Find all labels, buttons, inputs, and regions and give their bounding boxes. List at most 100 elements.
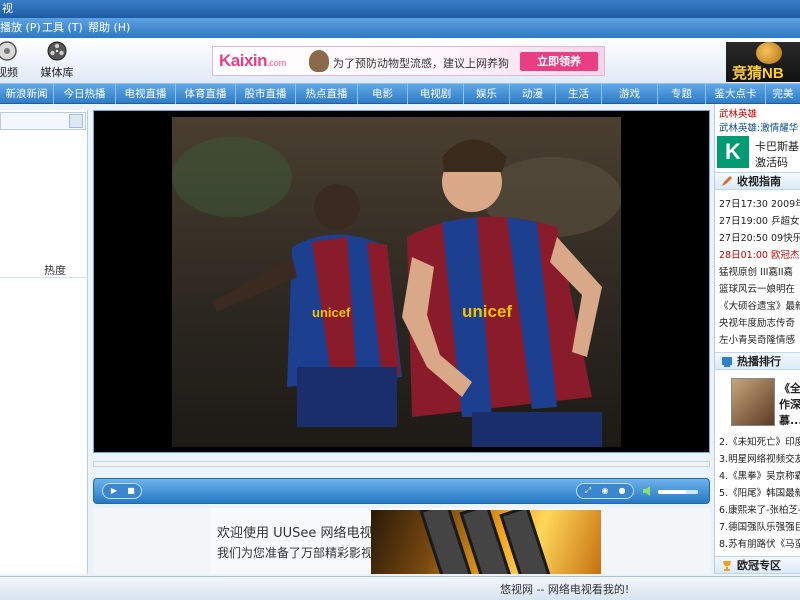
view-group: ⤢ ◉ ●	[576, 483, 634, 499]
playback-group: ▶ ■	[102, 483, 142, 499]
kaspersky-logo: K	[717, 136, 749, 168]
hot-rank-item[interactable]: 4.《黑拳》吴京称霸拳	[719, 468, 800, 482]
pencil-icon	[722, 176, 732, 186]
nba-quiz-ad[interactable]: 竞猜NB	[726, 42, 800, 82]
video-tool-button[interactable]: 视频	[0, 40, 30, 82]
nav-sina-news[interactable]: 新浪新闻	[0, 84, 54, 104]
seek-bar[interactable]	[93, 461, 710, 467]
kaspersky-ad[interactable]: K 卡巴斯基 激活码	[715, 134, 800, 170]
nav-anime[interactable]: 动漫	[510, 84, 556, 104]
guide-item[interactable]: 左小青吴奇隆情感	[719, 332, 795, 346]
trophy-icon	[723, 561, 731, 571]
film-reel-icon	[47, 41, 67, 61]
speaker-icon[interactable]	[642, 485, 654, 497]
kaspersky-line-1: 卡巴斯基	[755, 140, 799, 153]
hot-rank-item[interactable]: 3.明星网络视频交友	[719, 451, 800, 465]
nav-topics[interactable]: 专题	[658, 84, 706, 104]
hot-featured-line-3[interactable]: 慕...	[779, 412, 800, 428]
nav-stock-live[interactable]: 股市直播	[236, 84, 296, 104]
guide-item[interactable]: 27日20:50 09快乐	[719, 230, 800, 244]
guide-item[interactable]: 27日17:30 2009年	[719, 196, 800, 210]
soccer-players-illustration: unicef unicef	[172, 117, 621, 447]
guide-item[interactable]: 27日19:00 乒超女	[719, 213, 800, 227]
category-nav: 新浪新闻 今日热播 电视直播 体育直播 股市直播 热点直播 电影 电视剧 娱乐 …	[0, 84, 800, 104]
kaspersky-line-2: 激活码	[755, 156, 788, 169]
basketball-icon	[756, 42, 782, 64]
video-player[interactable]: unicef unicef	[93, 110, 710, 453]
nav-tv-series[interactable]: 电视剧	[408, 84, 464, 104]
nav-movies[interactable]: 电影	[358, 84, 408, 104]
guide-item[interactable]: 篮球风云一娘明在	[719, 281, 795, 295]
nav-life[interactable]: 生活	[556, 84, 602, 104]
media-library-button[interactable]: 媒体库	[34, 40, 80, 82]
nav-tv-live[interactable]: 电视直播	[116, 84, 176, 104]
info-sidebar: 武林英雄 武林英雄:激情耀华 K 卡巴斯基 激活码 收视指南 27日17:30 …	[714, 104, 800, 574]
hot-ranking-header: 热播排行	[715, 352, 800, 370]
nav-perfect[interactable]: 完美	[766, 84, 800, 104]
nav-today-hot[interactable]: 今日热播	[54, 84, 116, 104]
hot-rank-item[interactable]: 2.《未知死亡》印度最	[719, 434, 800, 448]
film-strip-image	[371, 510, 601, 574]
svg-text:unicef: unicef	[312, 305, 351, 320]
adopt-now-button[interactable]: 立即领养	[520, 52, 598, 71]
hot-rank-item[interactable]: 6.康熙来了-张柏芝-	[719, 502, 800, 516]
nav-game-cards[interactable]: 鉴大点卡	[706, 84, 766, 104]
video-tool-label: 视频	[0, 66, 18, 79]
hot-rank-item[interactable]: 7.德国强队乐强强巨	[719, 519, 800, 533]
promo-line-1: 欢迎使用 UUSee 网络电视	[217, 526, 373, 541]
hot-rank-item[interactable]: 8.苏有朋路伏《马蛮》	[719, 536, 800, 550]
hot-ranking-title: 热播排行	[737, 355, 781, 368]
banner-ad[interactable]: Kaixin.com 为了预防动物型流感，建议上网养狗 立即领养	[212, 46, 605, 76]
player-controls: ▶ ■ ⤢ ◉ ●	[93, 478, 710, 504]
status-text: 悠视网 -- 网络电视看我的!	[500, 583, 630, 596]
volume-slider[interactable]	[658, 490, 698, 494]
menu-item-play[interactable]: 播放 (P)	[0, 18, 41, 38]
dog-image	[309, 50, 329, 72]
banner-slogan: 为了预防动物型流感，建议上网养狗	[333, 57, 509, 70]
channel-search-box[interactable]	[0, 112, 86, 130]
hot-rank-item[interactable]: 5.《阳尾》韩国最新动	[719, 485, 800, 499]
nav-hot-live[interactable]: 热点直播	[296, 84, 358, 104]
kaixin-logo-text: Kaixin	[219, 51, 268, 70]
promo-link-1[interactable]: 武林英雄	[719, 106, 757, 120]
video-frame-image: unicef unicef	[172, 117, 621, 447]
channel-list-header: 热度	[0, 260, 88, 278]
nba-quiz-text: 竞猜NB	[732, 65, 784, 82]
hot-item-thumbnail[interactable]	[731, 378, 775, 426]
promo-line-2: 我们为您准备了万部精彩影视	[217, 546, 374, 560]
popularity-column-header[interactable]: 热度	[44, 262, 66, 278]
svg-text:unicef: unicef	[462, 302, 512, 321]
guide-item[interactable]: 28日01:00 欧冠杰	[719, 247, 800, 261]
fullscreen-button[interactable]: ⤢	[581, 485, 595, 497]
volume-fill	[658, 490, 686, 494]
menu-item-help[interactable]: 帮助 (H)	[88, 18, 130, 38]
media-library-label: 媒体库	[40, 66, 74, 79]
kaixin-logo: Kaixin.com	[219, 51, 287, 71]
tv-guide-header: 收视指南	[715, 172, 800, 190]
nav-games[interactable]: 游戏	[602, 84, 658, 104]
guide-item[interactable]: 《大硕谷遗宝》最新	[719, 298, 800, 312]
status-bar: 悠视网 -- 网络电视看我的!	[0, 576, 800, 600]
record-button[interactable]: ●	[615, 485, 629, 497]
nav-sports-live[interactable]: 体育直播	[176, 84, 236, 104]
minimize-button[interactable]: ◉	[598, 485, 612, 497]
play-button[interactable]: ▶	[107, 485, 121, 497]
guide-item[interactable]: 央视年度励志传奇	[719, 315, 795, 329]
film-icon	[0, 41, 17, 61]
menu-item-tools[interactable]: 工具 (T)	[42, 18, 83, 38]
guide-item[interactable]: 猛视原创 III嘉II嘉	[719, 264, 793, 278]
kaixin-logo-suffix: .com	[267, 58, 287, 68]
search-button[interactable]	[69, 114, 83, 128]
champions-league-header[interactable]: 欧冠专区	[715, 556, 800, 574]
hot-featured-line-1[interactable]: 《全	[779, 380, 800, 396]
promo-link-2[interactable]: 武林英雄:激情耀华	[719, 120, 798, 134]
hot-featured-line-2[interactable]: 作深	[779, 396, 800, 412]
channel-list-panel: 热度	[0, 110, 88, 574]
menu-bar: 播放 (P) 工具 (T) 帮助 (H)	[0, 18, 800, 38]
uusee-promo-ad[interactable]: 欢迎使用 UUSee 网络电视 我们为您准备了万部精彩影视	[93, 508, 710, 574]
nav-entertainment[interactable]: 娱乐	[464, 84, 510, 104]
tv-guide-title: 收视指南	[737, 175, 781, 188]
champions-league-title: 欧冠专区	[737, 559, 781, 572]
stop-button[interactable]: ■	[124, 485, 138, 497]
tv-icon	[722, 357, 732, 367]
